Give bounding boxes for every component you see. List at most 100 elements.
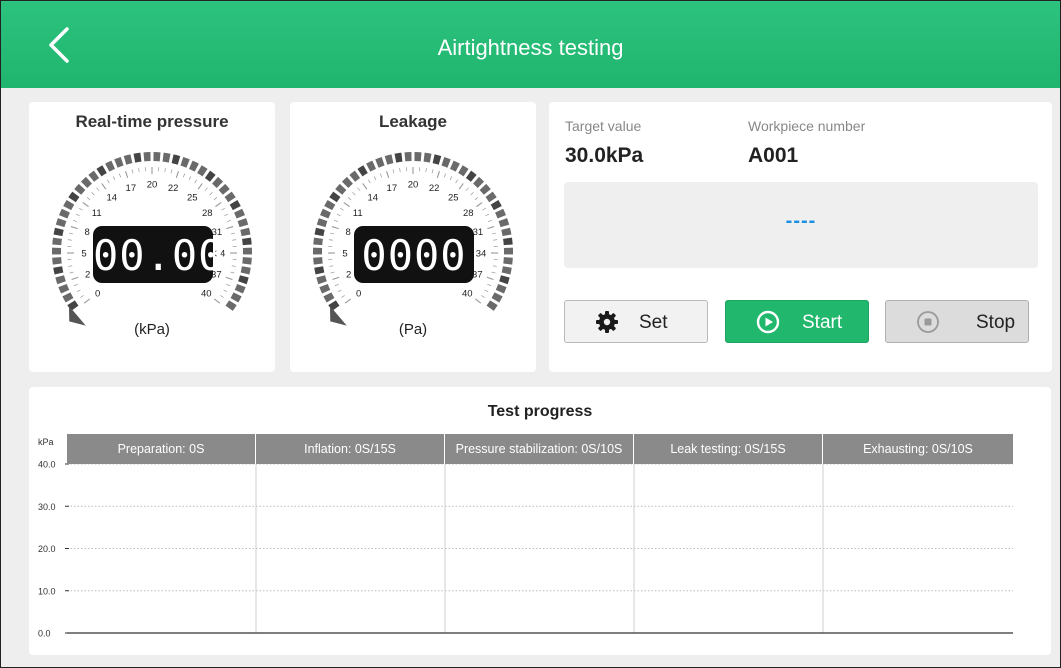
leakage-gauge-arc-segment (503, 247, 513, 255)
leakage-gauge-arc-segment (499, 275, 510, 285)
leakage-gauge-tick (332, 276, 340, 280)
leakage-gauge-tick (486, 276, 494, 280)
leakage-gauge-title: Leakage (378, 112, 448, 131)
leakage-gauge-tick (476, 202, 483, 208)
pressure-gauge-tick-label: 17 (126, 183, 137, 194)
pressure-gauge-arc-segment (153, 152, 161, 162)
leakage-gauge-tick (331, 226, 339, 230)
pressure-gauge-arc-segment (218, 183, 230, 195)
leakage-gauge-tick-label: 0 (356, 288, 361, 299)
pressure-gauge-tick-label: 22 (168, 183, 179, 194)
leakage-gauge-arc-segment (486, 300, 498, 311)
target-value: 30.0kPa (565, 144, 644, 167)
pressure-gauge-tick (78, 207, 83, 211)
pressure-gauge-arc-segment (188, 160, 199, 172)
leakage-gauge-tick (386, 171, 390, 179)
pressure-gauge-tick (138, 168, 140, 173)
pressure-gauge-arc-segment (230, 292, 242, 303)
y-axis-unit: kPa (38, 437, 54, 447)
test-info-panel: Target value 30.0kPa Workpiece number A0… (549, 102, 1052, 372)
workpiece-number: A001 (748, 144, 799, 167)
leakage-gauge-tick (329, 265, 334, 267)
pressure-gauge-arc-segment (171, 154, 181, 165)
leakage-gauge-tick-label: 31 (473, 227, 484, 238)
pressure-gauge-arc-segment (237, 218, 249, 228)
pressure-gauge-tick (118, 173, 122, 178)
leakage-gauge-tick (341, 295, 345, 298)
pressure-gauge-tick (221, 207, 226, 211)
leakage-gauge-tick (485, 213, 490, 217)
pressure-gauge-arc-segment (88, 170, 100, 182)
pressure-gauge-arc-segment (58, 283, 70, 294)
pressure-gauge-tick (80, 295, 84, 298)
leakage-gauge-arc-segment (341, 176, 353, 188)
pressure-gauge-tick (73, 219, 78, 223)
leakage-gauge-tick (449, 176, 453, 181)
leakage-gauge-tick (474, 196, 479, 201)
stage-header-cell: Exhausting: 0S/10S (823, 434, 1013, 464)
leakage-gauge-arc-segment (324, 199, 336, 211)
leakage-gauge-arc-segment (316, 218, 328, 228)
leakage-gauge-tick (392, 169, 395, 174)
pressure-gauge-tick (131, 169, 134, 174)
pressure-gauge-arc-segment (74, 183, 86, 195)
pressure-gauge-arc-segment (242, 247, 252, 255)
leakage-gauge-tick-label: 8 (345, 227, 350, 238)
leakage-gauge-tick (339, 207, 344, 211)
leakage-gauge-tick (431, 169, 434, 174)
y-tick-label: 20.0 (38, 544, 56, 554)
stage-header-row: Preparation: 0S Inflation: 0S/15S Pressure… (67, 434, 1013, 464)
pressure-gauge-tick (164, 168, 166, 173)
leakage-gauge-tick (379, 173, 383, 178)
leakage-gauge-arc-segment (441, 157, 451, 168)
pressure-gauge-tick (68, 265, 73, 267)
leakage-gauge-arc-segment (316, 275, 327, 285)
y-tick-label: 40.0 (38, 460, 56, 470)
pressure-gauge-tick-label: 20 (147, 180, 158, 191)
leakage-gauge-tick (330, 271, 335, 274)
pressure-gauge-tick (224, 213, 229, 217)
pressure-gauge-tick (106, 179, 110, 184)
leakage-gauge-tick (337, 289, 342, 293)
leakage-gauge-arc-segment (465, 170, 477, 182)
leakage-gauge-tick (436, 171, 440, 179)
leakage-gauge-arc-segment (320, 208, 331, 219)
pressure-gauge-arc-segment (67, 300, 79, 311)
pressure-gauge-arc-segment (55, 275, 66, 285)
pressure-gauge-tick (213, 298, 221, 304)
pressure-gauge-tick-label: 14 (106, 193, 117, 204)
leakage-unit: (Pa) (398, 321, 428, 338)
pressure-gauge-tick (182, 173, 186, 178)
leakage-gauge-tick (491, 232, 496, 235)
start-button[interactable]: Start (725, 300, 869, 343)
leakage-gauge-tick-label: 11 (353, 208, 363, 219)
leakage-gauge-arc-segment (495, 283, 507, 294)
leakage-gauge-tick (425, 168, 427, 173)
pressure-gauge-arc-segment (242, 237, 252, 246)
pressure-gauge-tick (73, 283, 78, 287)
pressure-gauge-tick (76, 289, 81, 293)
leakage-gauge-arc-segment (328, 300, 340, 311)
leakage-gauge-tick (465, 187, 469, 191)
set-button-label: Set (639, 312, 668, 333)
leakage-gauge-tick (455, 179, 459, 184)
leakage-gauge-arc-segment (503, 257, 513, 265)
pressure-gauge-arc-segment (80, 176, 92, 188)
pressure-gauge-arc-segment (229, 199, 241, 211)
workpiece-number-label: Workpiece number (748, 118, 866, 134)
leakage-gauge-tick (470, 192, 474, 196)
pressure-display: 00.00 (93, 226, 223, 283)
leakage-gauge-arc-segment (313, 257, 323, 265)
result-status: ---- (785, 210, 817, 232)
leakage-gauge-tick (487, 283, 492, 287)
pressure-gauge-tick (226, 219, 231, 223)
leakage-gauge-tick (458, 183, 464, 190)
stop-circle-icon (917, 311, 939, 333)
leakage-gauge-tick-label: 34 (476, 248, 487, 259)
pressure-gauge-tick (231, 265, 236, 267)
pressure-gauge-arc-segment (68, 191, 80, 203)
stop-button[interactable]: Stop (885, 300, 1029, 343)
pressure-gauge-tick (213, 196, 218, 201)
set-button[interactable]: Set (564, 300, 708, 343)
pressure-gauge-tick (194, 179, 198, 184)
